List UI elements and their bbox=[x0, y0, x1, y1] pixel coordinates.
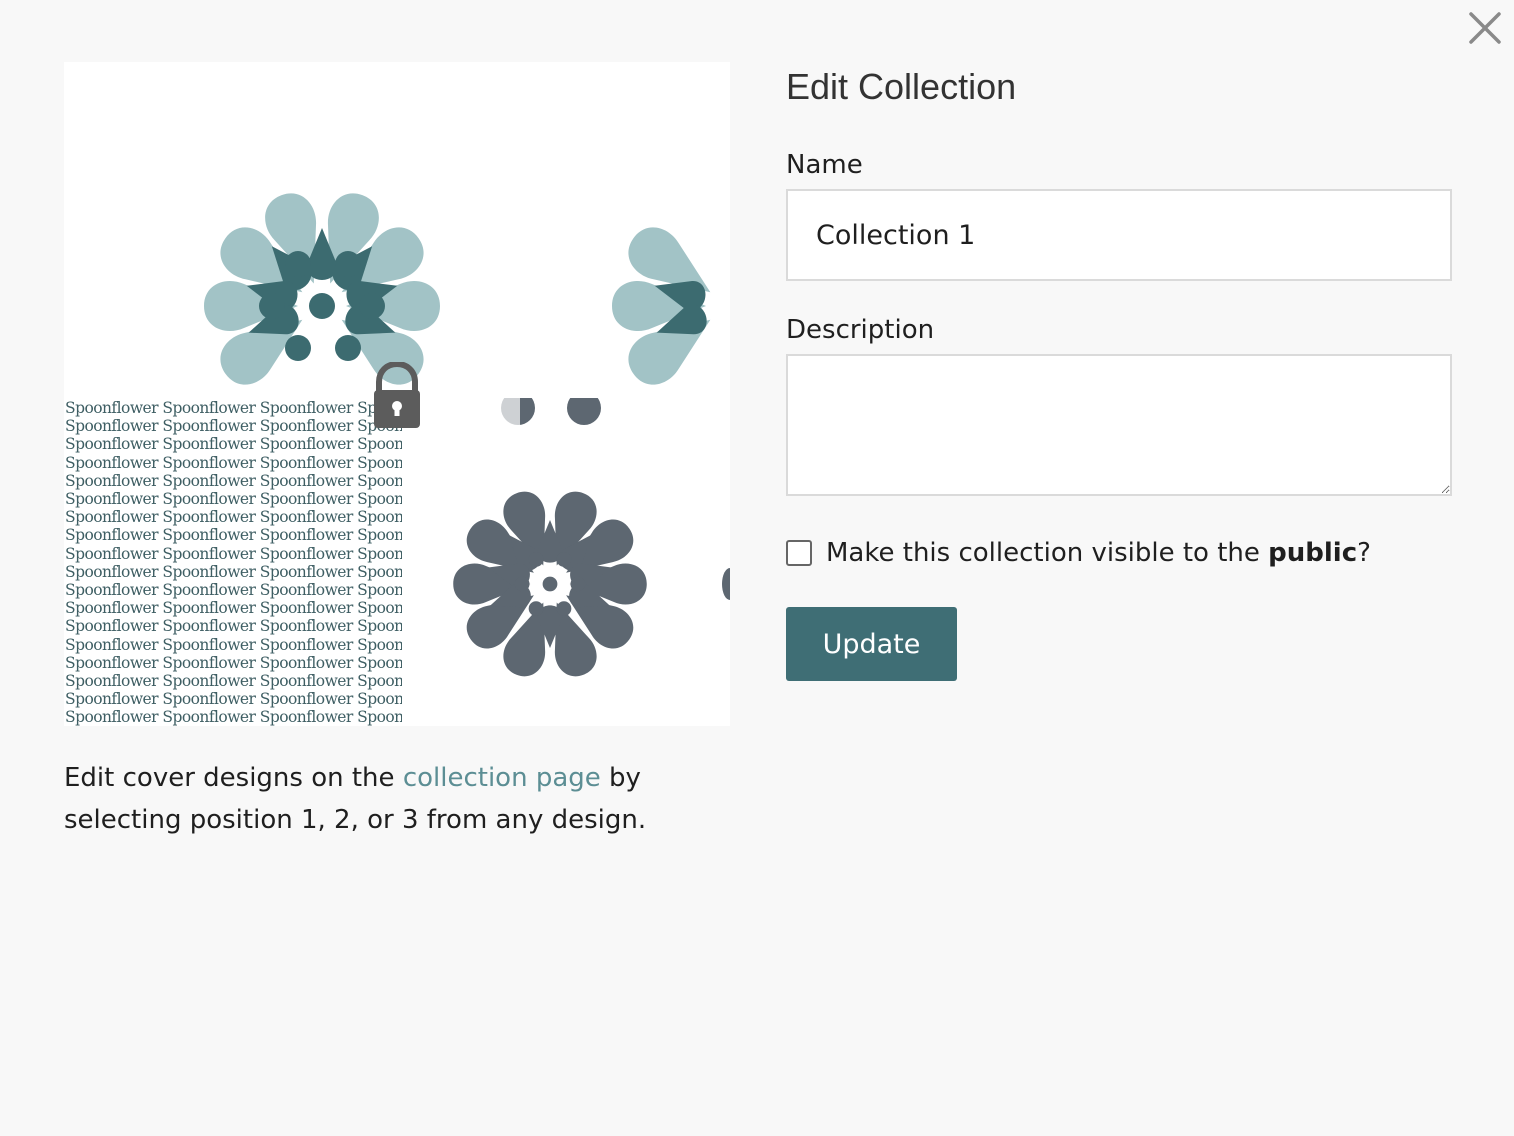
name-label: Name bbox=[786, 150, 863, 180]
description-textarea[interactable] bbox=[786, 354, 1452, 496]
public-visibility-row: Make this collection visible to the publ… bbox=[786, 538, 1371, 568]
public-label-bold: public bbox=[1268, 538, 1358, 568]
close-button[interactable] bbox=[1463, 6, 1507, 50]
public-label: Make this collection visible to the publ… bbox=[826, 538, 1371, 568]
cover-caption: Edit cover designs on the collection pag… bbox=[64, 757, 744, 841]
description-label: Description bbox=[786, 315, 935, 345]
update-button[interactable]: Update bbox=[786, 607, 957, 681]
page-title: Edit Collection bbox=[786, 66, 1017, 107]
collection-page-link[interactable]: collection page bbox=[403, 763, 601, 793]
close-icon bbox=[1469, 12, 1501, 44]
name-input[interactable] bbox=[786, 189, 1452, 281]
public-label-prefix: Make this collection visible to the bbox=[826, 538, 1269, 568]
lock-icon bbox=[374, 362, 420, 428]
pattern-text-block: Spoonflower Spoonflower Spoonflower Spoo… bbox=[65, 399, 402, 726]
public-checkbox[interactable] bbox=[786, 540, 812, 566]
public-label-suffix: ? bbox=[1357, 538, 1371, 568]
caption-prefix: Edit cover designs on the bbox=[64, 763, 403, 793]
cover-design-position-2[interactable]: Spoonflower Spoonflower Spoonflower Spoo… bbox=[64, 398, 402, 726]
cover-design-position-1[interactable] bbox=[64, 62, 730, 390]
